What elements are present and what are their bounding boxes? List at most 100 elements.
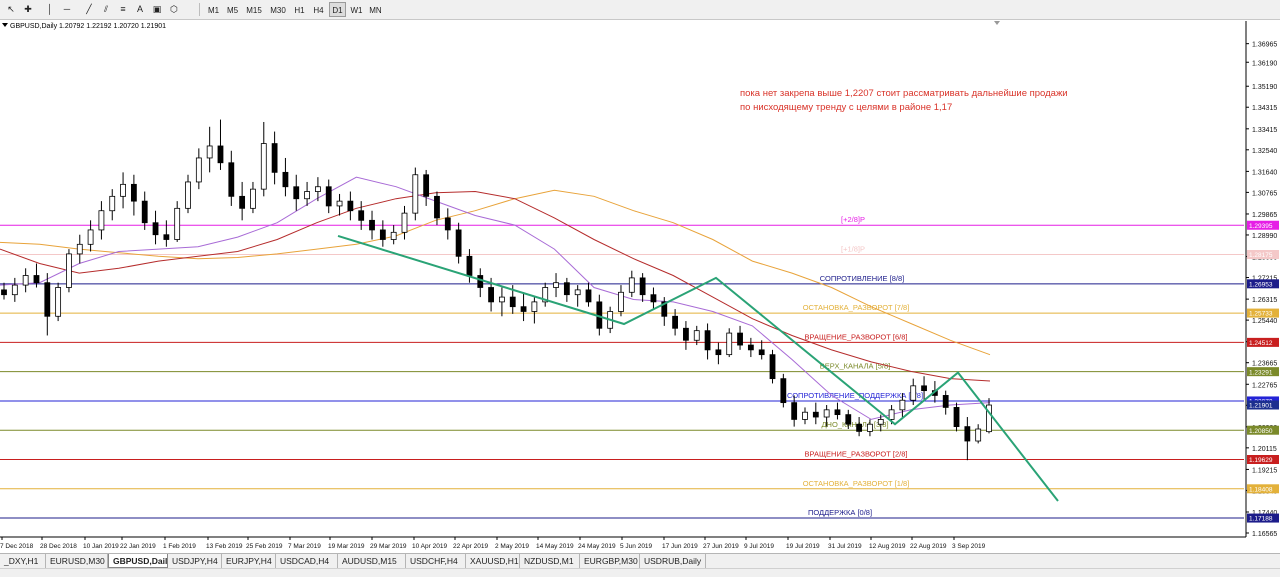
candle-body xyxy=(401,212,408,233)
candle-body xyxy=(964,426,971,442)
candle-body xyxy=(563,282,570,296)
chart-tab[interactable]: USDJPY,H4 xyxy=(168,554,222,568)
candle-body xyxy=(304,191,310,200)
chart-tab[interactable]: USDRUB,Daily xyxy=(640,554,706,568)
candle-body xyxy=(260,143,267,190)
price-tick-label: 1.36965 xyxy=(1252,42,1277,49)
price-tag-label: 1.20850 xyxy=(1249,428,1273,435)
candle-body xyxy=(726,332,733,356)
candle-body xyxy=(325,186,332,207)
timeframe-h4[interactable]: H4 xyxy=(310,2,327,17)
candle-body xyxy=(683,327,689,341)
text-icon[interactable]: A xyxy=(133,2,147,17)
candle-body xyxy=(877,419,884,425)
candle-body xyxy=(22,275,29,286)
candle-body xyxy=(390,231,397,240)
candle-body xyxy=(185,181,191,209)
candle-body xyxy=(477,275,484,288)
candle-body xyxy=(347,200,354,212)
time-tick-label: 29 Mar 2019 xyxy=(370,543,407,550)
candle-body xyxy=(780,378,787,404)
channel-icon[interactable]: ⫽ xyxy=(99,2,113,17)
timeframe-h1[interactable]: H1 xyxy=(291,2,308,17)
chart-tab[interactable]: XAUUSD,H1 xyxy=(466,554,520,568)
candle-body xyxy=(823,409,830,418)
chart-tab[interactable]: EURUSD,M30 xyxy=(46,554,108,568)
candle-body xyxy=(336,200,343,207)
candle-body xyxy=(488,287,494,303)
chart-tab[interactable]: NZDUSD,M1 xyxy=(520,554,580,568)
price-tag-label: 1.18408 xyxy=(1249,486,1273,493)
price-tick-label: 1.16565 xyxy=(1252,531,1277,538)
timeframe-m1[interactable]: M1 xyxy=(205,2,222,17)
price-tick-label: 1.31640 xyxy=(1252,169,1277,176)
chart-tab[interactable]: USDCAD,H4 xyxy=(276,554,338,568)
chart-tabs-bar: _DXY,H1 EURUSD,M30 GBPUSD,Daily USDJPY,H4 EU… xyxy=(0,553,1280,568)
candle-body xyxy=(239,195,246,209)
candle-body xyxy=(975,428,982,442)
price-tick-label: 1.29865 xyxy=(1252,212,1277,219)
time-tick-label: 1 Feb 2019 xyxy=(163,543,196,550)
chart-tab[interactable]: AUDUSD,M15 xyxy=(338,554,406,568)
candle-body xyxy=(130,183,137,202)
price-tag-label: 1.25733 xyxy=(1249,311,1273,318)
timeframe-w1[interactable]: W1 xyxy=(348,2,365,17)
shapes-icon[interactable]: ⬡ xyxy=(167,2,181,17)
price-tag-label: 1.29395 xyxy=(1249,223,1273,230)
price-tick-label: 1.25440 xyxy=(1252,318,1277,325)
candle-body xyxy=(715,349,722,356)
candle-body xyxy=(520,306,527,312)
timeframe-m15[interactable]: M15 xyxy=(243,2,265,17)
fibonacci-icon[interactable]: ≡ xyxy=(116,2,130,17)
candle-body xyxy=(206,145,213,159)
candle-body xyxy=(953,407,960,428)
price-tag-label: 1.26953 xyxy=(1249,281,1273,288)
level-label: ВЕРХ_КАНАЛА [5/8] xyxy=(820,362,890,371)
chart-tab[interactable]: _DXY,H1 xyxy=(0,554,46,568)
current-price-label: 1.21901 xyxy=(1249,403,1273,410)
time-tick-label: 14 May 2019 xyxy=(536,543,574,550)
time-tick-label: 28 Dec 2018 xyxy=(40,543,77,550)
time-tick-label: 10 Jan 2019 xyxy=(83,543,119,550)
price-tick-label: 1.23665 xyxy=(1252,361,1277,368)
chart-tab[interactable]: EURGBP,M30 xyxy=(580,554,640,568)
timeframe-d1[interactable]: D1 xyxy=(329,2,346,17)
candle-body xyxy=(639,277,646,296)
chart-tab[interactable]: GBPUSD,Daily xyxy=(108,554,168,568)
candle-body xyxy=(1,289,7,296)
candle-body xyxy=(747,344,754,351)
candle-body xyxy=(769,354,776,380)
price-tick-label: 1.20115 xyxy=(1252,446,1277,453)
chart-tab[interactable]: EURJPY,H4 xyxy=(222,554,276,568)
annotation-line-2: по нисходящему тренду с целями в районе … xyxy=(740,102,952,113)
price-chart[interactable]: 1.36965 1.36190 1.35190 1.34315 1.33415 1.325… xyxy=(0,21,1280,553)
crosshair-icon[interactable]: ✚ xyxy=(21,2,35,17)
label-icon[interactable]: ▣ xyxy=(150,2,164,17)
candle-body xyxy=(531,301,538,312)
timeframe-mn[interactable]: MN xyxy=(367,2,384,17)
candle-body xyxy=(358,210,365,221)
price-tick-label: 1.26315 xyxy=(1252,297,1277,304)
timeframe-m30[interactable]: M30 xyxy=(267,2,289,17)
candle-body xyxy=(455,229,462,257)
candle-body xyxy=(574,289,581,296)
horizontal-line-icon[interactable]: ─ xyxy=(60,2,74,17)
candle-body xyxy=(369,219,375,231)
time-tick-label: 2 May 2019 xyxy=(495,543,529,550)
candle-body xyxy=(44,282,51,317)
price-tick-label: 1.19215 xyxy=(1252,467,1277,474)
level-label: ОСТАНОВКА_РАЗВОРОТ [7/8] xyxy=(803,303,910,312)
trendline-icon[interactable]: ╱ xyxy=(82,2,96,17)
candle-body xyxy=(628,277,635,293)
candle-body xyxy=(379,229,386,240)
time-tick-label: 5 Jun 2019 xyxy=(620,543,653,550)
cursor-icon[interactable]: ↖ xyxy=(4,2,18,17)
candle-body xyxy=(444,217,451,231)
vertical-line-icon[interactable]: │ xyxy=(43,2,57,17)
annotation-line-1: пока нет закрепа выше 1,2207 стоит рассм… xyxy=(740,88,1068,99)
price-tick-label: 1.34315 xyxy=(1252,105,1277,112)
chart-tab[interactable]: USDCHF,H4 xyxy=(406,554,466,568)
price-tick-label: 1.30765 xyxy=(1252,190,1277,197)
candle-body xyxy=(282,171,289,188)
timeframe-m5[interactable]: M5 xyxy=(224,2,241,17)
